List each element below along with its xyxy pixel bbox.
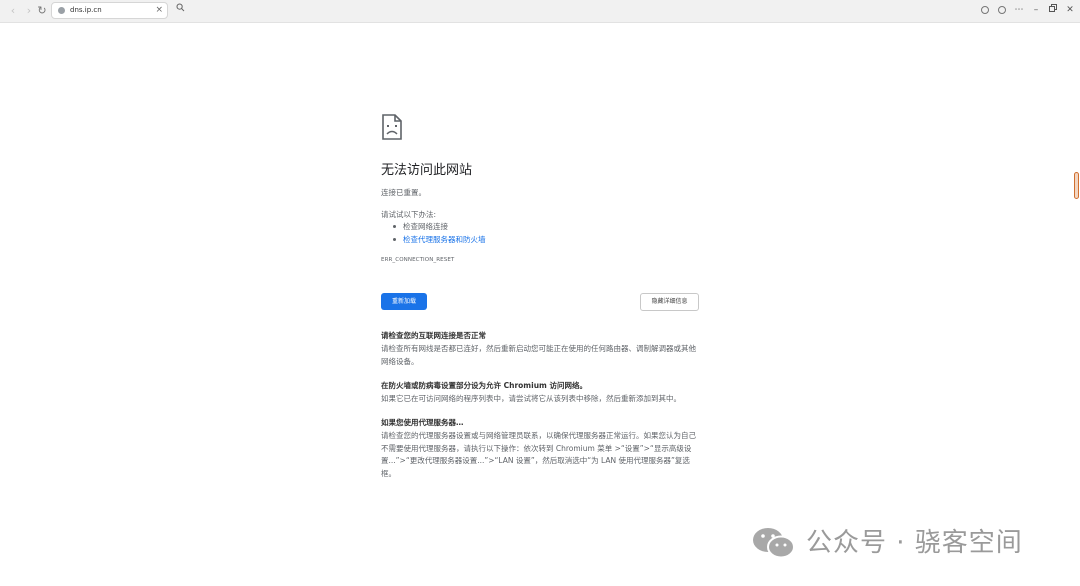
suggestions-intro: 请试试以下办法: — [381, 210, 437, 219]
error-code: ERR_CONNECTION_RESET — [381, 257, 455, 263]
close-tab-icon[interactable]: × — [155, 4, 163, 17]
tab-title: dns.ip.cn — [70, 6, 102, 14]
proxy-firewall-link[interactable]: 检查代理服务器和防火墙 — [393, 233, 486, 246]
scrollbar-thumb[interactable] — [1074, 172, 1079, 199]
section-heading: 如果您使用代理服务器… — [381, 418, 464, 427]
error-title: 无法访问此网站 — [381, 163, 473, 178]
site-icon — [58, 7, 65, 14]
hide-details-button[interactable]: 隐藏详细信息 — [640, 293, 699, 311]
browser-toolbar: ‹ › ↻ dns.ip.cn × ⋯ – ✕ — [0, 0, 1080, 23]
reload-button[interactable]: 重新加载 — [381, 293, 427, 310]
suggestions-list: 检查网络连接 检查代理服务器和防火墙 — [393, 220, 486, 246]
more-menu-icon[interactable]: ⋯ — [1012, 3, 1026, 18]
search-icon[interactable] — [173, 3, 187, 18]
section-body: 请检查所有网线是否都已连好，然后重新启动您可能正在使用的任何路由器、调制解调器或… — [381, 344, 696, 366]
download-icon[interactable] — [978, 3, 992, 18]
list-item: 检查网络连接 — [393, 220, 486, 233]
section-heading: 在防火墙或防病毒设置部分设为允许 Chromium 访问网络。 — [381, 381, 587, 390]
restore-icon[interactable] — [1046, 3, 1060, 18]
back-icon[interactable]: ‹ — [5, 3, 21, 19]
watermark-text: 公众号 · 骁客空间 — [806, 528, 1023, 558]
error-subtitle: 连接已重置。 — [381, 188, 426, 197]
minimize-icon[interactable]: – — [1029, 3, 1043, 18]
sad-page-icon — [382, 114, 402, 140]
wechat-icon — [753, 528, 795, 559]
section-body: 如果它已在可访问网络的程序列表中，请尝试将它从该列表中移除，然后重新添加到其中。 — [381, 394, 681, 403]
globe-icon[interactable] — [995, 3, 1009, 18]
close-window-icon[interactable]: ✕ — [1063, 3, 1077, 18]
section-heading: 请检查您的互联网连接是否正常 — [381, 331, 486, 340]
reload-icon[interactable]: ↻ — [34, 3, 50, 19]
browser-tab[interactable]: dns.ip.cn × — [51, 2, 168, 19]
section-body: 请检查您的代理服务器设置或与网络管理员联系，以确保代理服务器正常运行。如果您认为… — [381, 431, 696, 478]
